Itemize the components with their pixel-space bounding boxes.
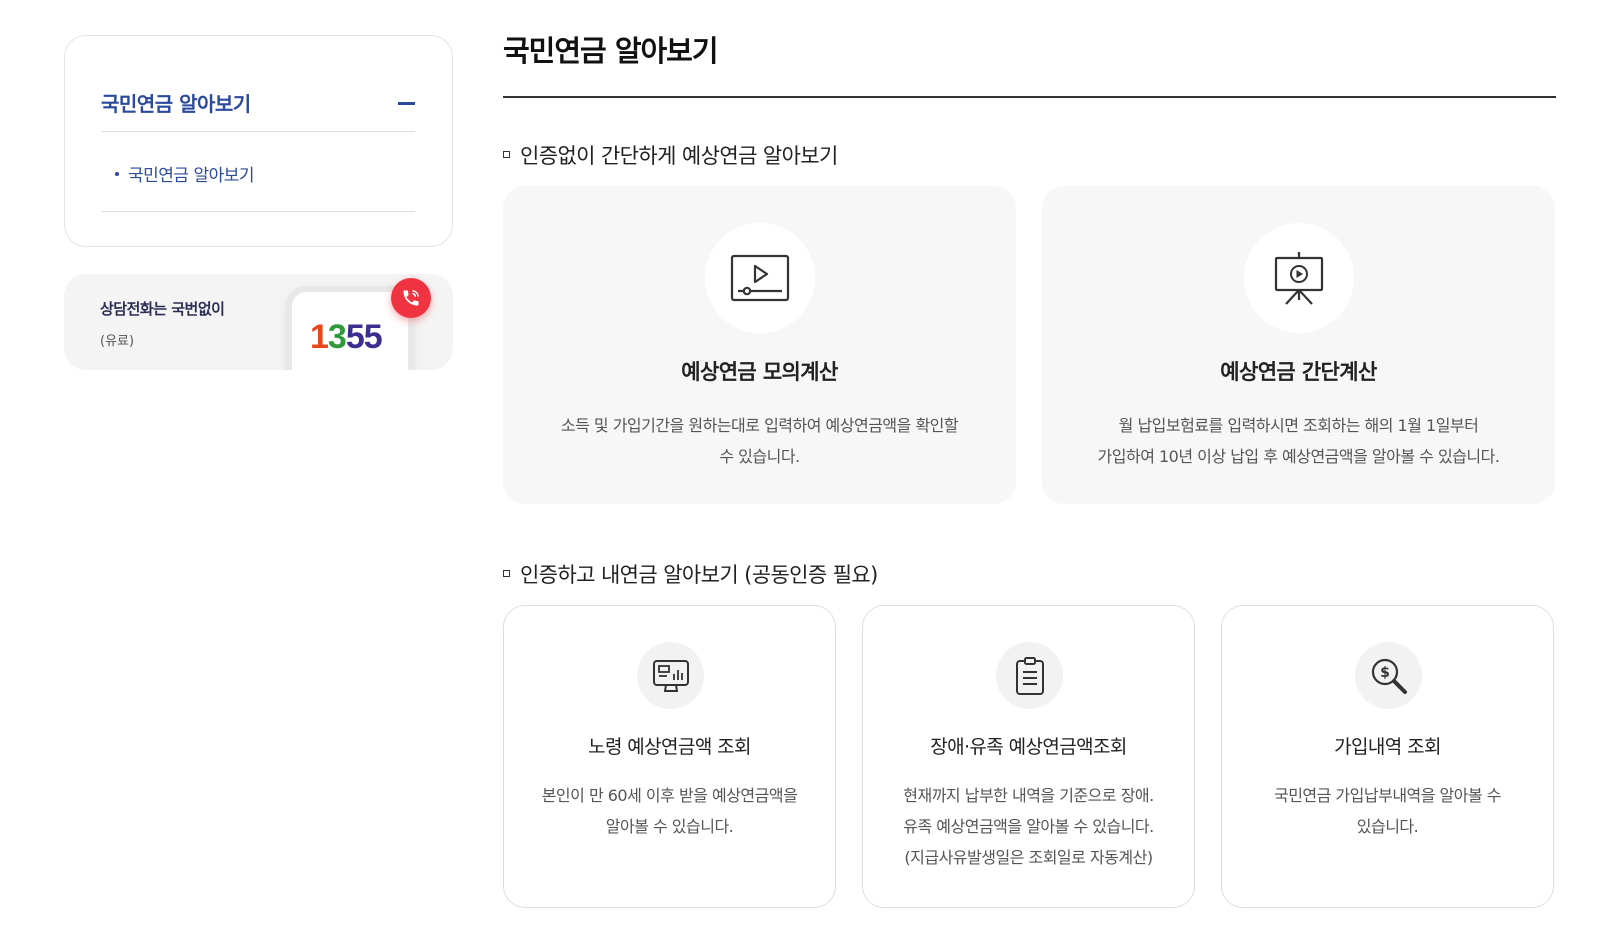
page-title: 국민연금 알아보기 (503, 34, 719, 68)
svg-text:$: $ (1380, 665, 1390, 681)
card-old-age-pension-inquiry[interactable]: 노령 예상연금액 조회 본인이 만 60세 이후 받을 예상연금액을 알아볼 수… (503, 605, 836, 908)
card-description: 월 납입보험료를 입력하시면 조회하는 해의 1월 1일부터 가입하여 10년 … (1062, 410, 1535, 472)
card-desc-line: (지급사유발생일은 조회일로 자동계산) (904, 848, 1153, 867)
sidebar-item-pension-info[interactable]: 국민연금 알아보기 (115, 161, 255, 186)
video-play-icon (730, 254, 790, 302)
card-desc-line: 현재까지 납부한 내역을 기준으로 장애. (903, 786, 1154, 805)
call-banner-title: 상담전화는 국번없이 (100, 300, 225, 318)
card-desc-line: 알아볼 수 있습니다. (605, 817, 734, 836)
card-desc-line: 국민연금 가입납부내역을 알아볼 수 (1273, 786, 1502, 805)
title-divider (503, 96, 1556, 98)
call-center-banner[interactable]: 상담전화는 국번없이 (유료) 1355 (64, 274, 453, 370)
side-menu-header[interactable]: 국민연금 알아보기 (101, 88, 415, 132)
side-menu-sublist: 국민연금 알아보기 (101, 158, 415, 212)
collapse-minus-icon[interactable] (398, 102, 415, 105)
section-heading-text: 인증없이 간단하게 예상연금 알아보기 (520, 144, 838, 168)
phone-call-icon (391, 278, 431, 318)
call-number: 1355 (310, 318, 383, 357)
card-description: 본인이 만 60세 이후 받을 예상연금액을 알아볼 수 있습니다. (518, 780, 821, 842)
card-description: 소득 및 가입기간을 원하는대로 입력하여 예상연금액을 확인할 수 있습니다. (523, 410, 996, 472)
card-icon-circle (637, 642, 704, 709)
call-number-digit-3: 55 (345, 318, 383, 356)
card-desc-line: 본인이 만 60세 이후 받을 예상연금액을 (541, 786, 798, 805)
card-icon-circle (996, 642, 1063, 709)
clipboard-icon (1015, 656, 1044, 695)
card-disability-survivor-inquiry[interactable]: 장애·유족 예상연금액조회 현재까지 납부한 내역을 기준으로 장애. 유족 예… (862, 605, 1195, 908)
card-icon-circle (705, 223, 815, 333)
card-mock-calculation[interactable]: 예상연금 모의계산 소득 및 가입기간을 원하는대로 입력하여 예상연금액을 확… (503, 186, 1016, 504)
call-number-digit-2: 3 (327, 318, 347, 356)
card-desc-line: 소득 및 가입기간을 원하는대로 입력하여 예상연금액을 확인할 (560, 416, 959, 435)
card-title: 가입내역 조회 (1334, 736, 1441, 758)
presentation-icon (1274, 252, 1324, 305)
card-desc-line: 유족 예상연금액을 알아볼 수 있습니다. (903, 817, 1154, 836)
sidebar-item-label: 국민연금 알아보기 (128, 166, 255, 186)
card-title: 노령 예상연금액 조회 (588, 736, 751, 758)
section-heading-no-auth: 인증없이 간단하게 예상연금 알아보기 (503, 140, 838, 170)
money-search-icon: $ (1371, 658, 1407, 694)
card-description: 국민연금 가입납부내역을 알아볼 수 있습니다. (1236, 780, 1539, 842)
card-icon-circle: $ (1355, 642, 1422, 709)
card-title: 예상연금 간단계산 (1220, 360, 1377, 384)
card-simple-calculation[interactable]: 예상연금 간단계산 월 납입보험료를 입력하시면 조회하는 해의 1월 1일부터… (1042, 186, 1555, 504)
card-description: 현재까지 납부한 내역을 기준으로 장애. 유족 예상연금액을 알아볼 수 있습… (877, 780, 1180, 873)
side-menu-title[interactable]: 국민연금 알아보기 (101, 88, 251, 117)
square-bullet-icon (503, 569, 510, 577)
monitor-chart-icon (652, 659, 689, 692)
card-desc-line: 있습니다. (1356, 817, 1419, 836)
card-enrollment-history-inquiry[interactable]: $ 가입내역 조회 국민연금 가입납부내역을 알아볼 수 있습니다. (1221, 605, 1554, 908)
call-number-digit-1: 1 (310, 318, 329, 356)
card-title: 예상연금 모의계산 (681, 360, 838, 384)
section-heading-with-auth: 인증하고 내연금 알아보기 (공동인증 필요) (503, 559, 878, 589)
card-desc-line: 수 있습니다. (719, 447, 800, 466)
section-heading-text: 인증하고 내연금 알아보기 (공동인증 필요) (520, 563, 878, 587)
card-desc-line: 가입하여 10년 이상 납입 후 예상연금액을 알아볼 수 있습니다. (1097, 447, 1500, 466)
card-title: 장애·유족 예상연금액조회 (930, 736, 1127, 758)
card-icon-circle (1244, 223, 1354, 333)
call-banner-note: (유료) (100, 334, 135, 349)
square-bullet-icon (503, 150, 510, 158)
side-menu: 국민연금 알아보기 국민연금 알아보기 (64, 35, 453, 247)
bullet-icon (115, 172, 119, 176)
card-desc-line: 월 납입보험료를 입력하시면 조회하는 해의 1월 1일부터 (1118, 416, 1479, 435)
